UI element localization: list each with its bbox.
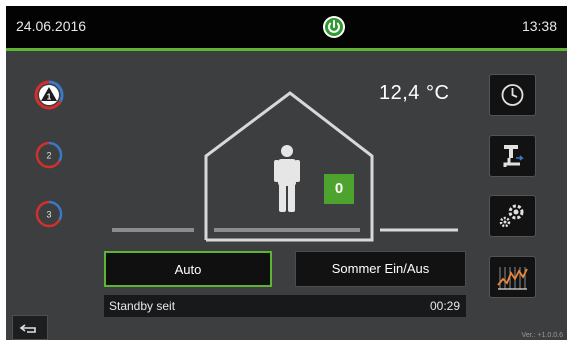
- date-display: 24.06.2016: [16, 18, 87, 34]
- gears-icon: [499, 204, 524, 228]
- person-icon: [274, 145, 300, 212]
- controller-screen: 24.06.2016 13:38 1 2 3 12,4 °C 0 Auto So…: [6, 6, 567, 340]
- circuit-3-label: 3: [46, 210, 51, 220]
- status-duration: 00:29: [429, 299, 460, 313]
- circuit-1-button[interactable]: 1: [34, 80, 64, 110]
- auto-mode-button[interactable]: Auto: [104, 251, 272, 287]
- clock-button[interactable]: [489, 74, 536, 116]
- circuit-3-button[interactable]: 3: [34, 199, 64, 229]
- chart-button[interactable]: [489, 256, 536, 298]
- hot-water-button[interactable]: [489, 135, 536, 177]
- status-text: Standby seit: [109, 299, 176, 313]
- circuit-2-label: 2: [46, 151, 51, 161]
- circuit-1-label: 1: [47, 93, 52, 102]
- version-label: Ver.: +1.0.0.6: [521, 332, 563, 339]
- back-button[interactable]: [12, 315, 48, 340]
- time-display: 13:38: [521, 18, 557, 34]
- chart-icon: [497, 267, 528, 290]
- power-icon[interactable]: [322, 15, 346, 39]
- circuit-2-button[interactable]: 2: [34, 140, 64, 170]
- faucet-icon: [503, 145, 524, 167]
- top-bar: 24.06.2016 13:38: [6, 6, 567, 51]
- settings-button[interactable]: [489, 195, 536, 237]
- back-arrow-icon: [19, 324, 36, 333]
- occupancy-badge[interactable]: 0: [324, 174, 354, 204]
- header-accent-line: [6, 48, 567, 51]
- summer-toggle-button[interactable]: Sommer Ein/Aus: [295, 251, 466, 287]
- clock-icon: [501, 84, 524, 106]
- status-bar: Standby seit 00:29: [104, 295, 466, 317]
